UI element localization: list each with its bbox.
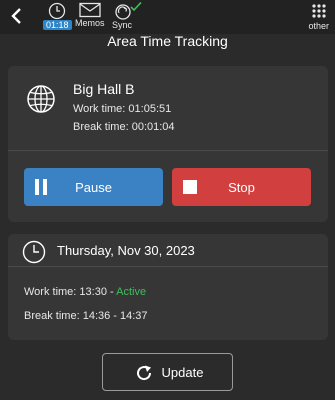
day-work-label: Work time: bbox=[24, 286, 77, 298]
active-status: Active bbox=[116, 286, 147, 298]
day-break-row: Break time: 14:36 - 14:37 bbox=[24, 310, 148, 322]
grid-icon bbox=[312, 4, 326, 18]
page-title: Area Time Tracking bbox=[107, 33, 228, 49]
clock-icon bbox=[22, 240, 46, 264]
day-break-label: Break time: bbox=[24, 310, 80, 322]
stop-button[interactable]: Stop bbox=[172, 168, 311, 206]
update-label: Update bbox=[161, 364, 204, 380]
update-button[interactable]: Update bbox=[102, 353, 233, 391]
sync-label: Sync bbox=[111, 20, 132, 30]
stop-icon bbox=[183, 180, 197, 194]
card-divider bbox=[8, 266, 328, 267]
break-time-value: 00:01:04 bbox=[131, 121, 175, 133]
timer-button[interactable]: 01:18 bbox=[43, 2, 72, 30]
other-button[interactable]: other bbox=[308, 3, 329, 31]
refresh-icon bbox=[137, 365, 152, 381]
globe-icon bbox=[27, 85, 55, 113]
sync-button[interactable]: Sync bbox=[111, 2, 143, 30]
day-card: Thursday, Nov 30, 2023 Work time: 13:30 … bbox=[8, 234, 328, 340]
break-time-row: Break time: 00:01:04 bbox=[73, 121, 175, 133]
envelope-icon bbox=[79, 2, 101, 18]
pause-label: Pause bbox=[75, 179, 112, 195]
work-time-label: Work time: bbox=[73, 103, 126, 115]
break-time-label: Break time: bbox=[73, 121, 129, 133]
day-break-value: 14:36 - 14:37 bbox=[82, 310, 148, 322]
pause-icon bbox=[35, 179, 47, 195]
sync-check-icon bbox=[115, 2, 142, 20]
top-bar: 01:18 Memos Sync other bbox=[0, 0, 335, 34]
other-label: other bbox=[308, 21, 329, 31]
date-heading: Thursday, Nov 30, 2023 bbox=[57, 243, 195, 258]
day-work-value: 13:30 - bbox=[79, 286, 114, 298]
clock-icon bbox=[49, 2, 66, 20]
work-time-row: Work time: 01:05:51 bbox=[73, 103, 171, 115]
timer-value: 01:18 bbox=[43, 20, 72, 30]
memos-label: Memos bbox=[75, 18, 105, 28]
card-divider bbox=[8, 150, 328, 151]
pause-button[interactable]: Pause bbox=[24, 168, 163, 206]
stop-label: Stop bbox=[228, 179, 255, 195]
memos-button[interactable]: Memos bbox=[75, 2, 105, 28]
work-time-value: 01:05:51 bbox=[128, 103, 172, 115]
location-card: Big Hall B Work time: 01:05:51 Break tim… bbox=[8, 66, 328, 222]
back-button[interactable] bbox=[6, 4, 28, 28]
day-work-row: Work time: 13:30 - Active bbox=[24, 286, 146, 298]
chevron-left-icon bbox=[11, 8, 21, 24]
location-name: Big Hall B bbox=[73, 81, 135, 97]
